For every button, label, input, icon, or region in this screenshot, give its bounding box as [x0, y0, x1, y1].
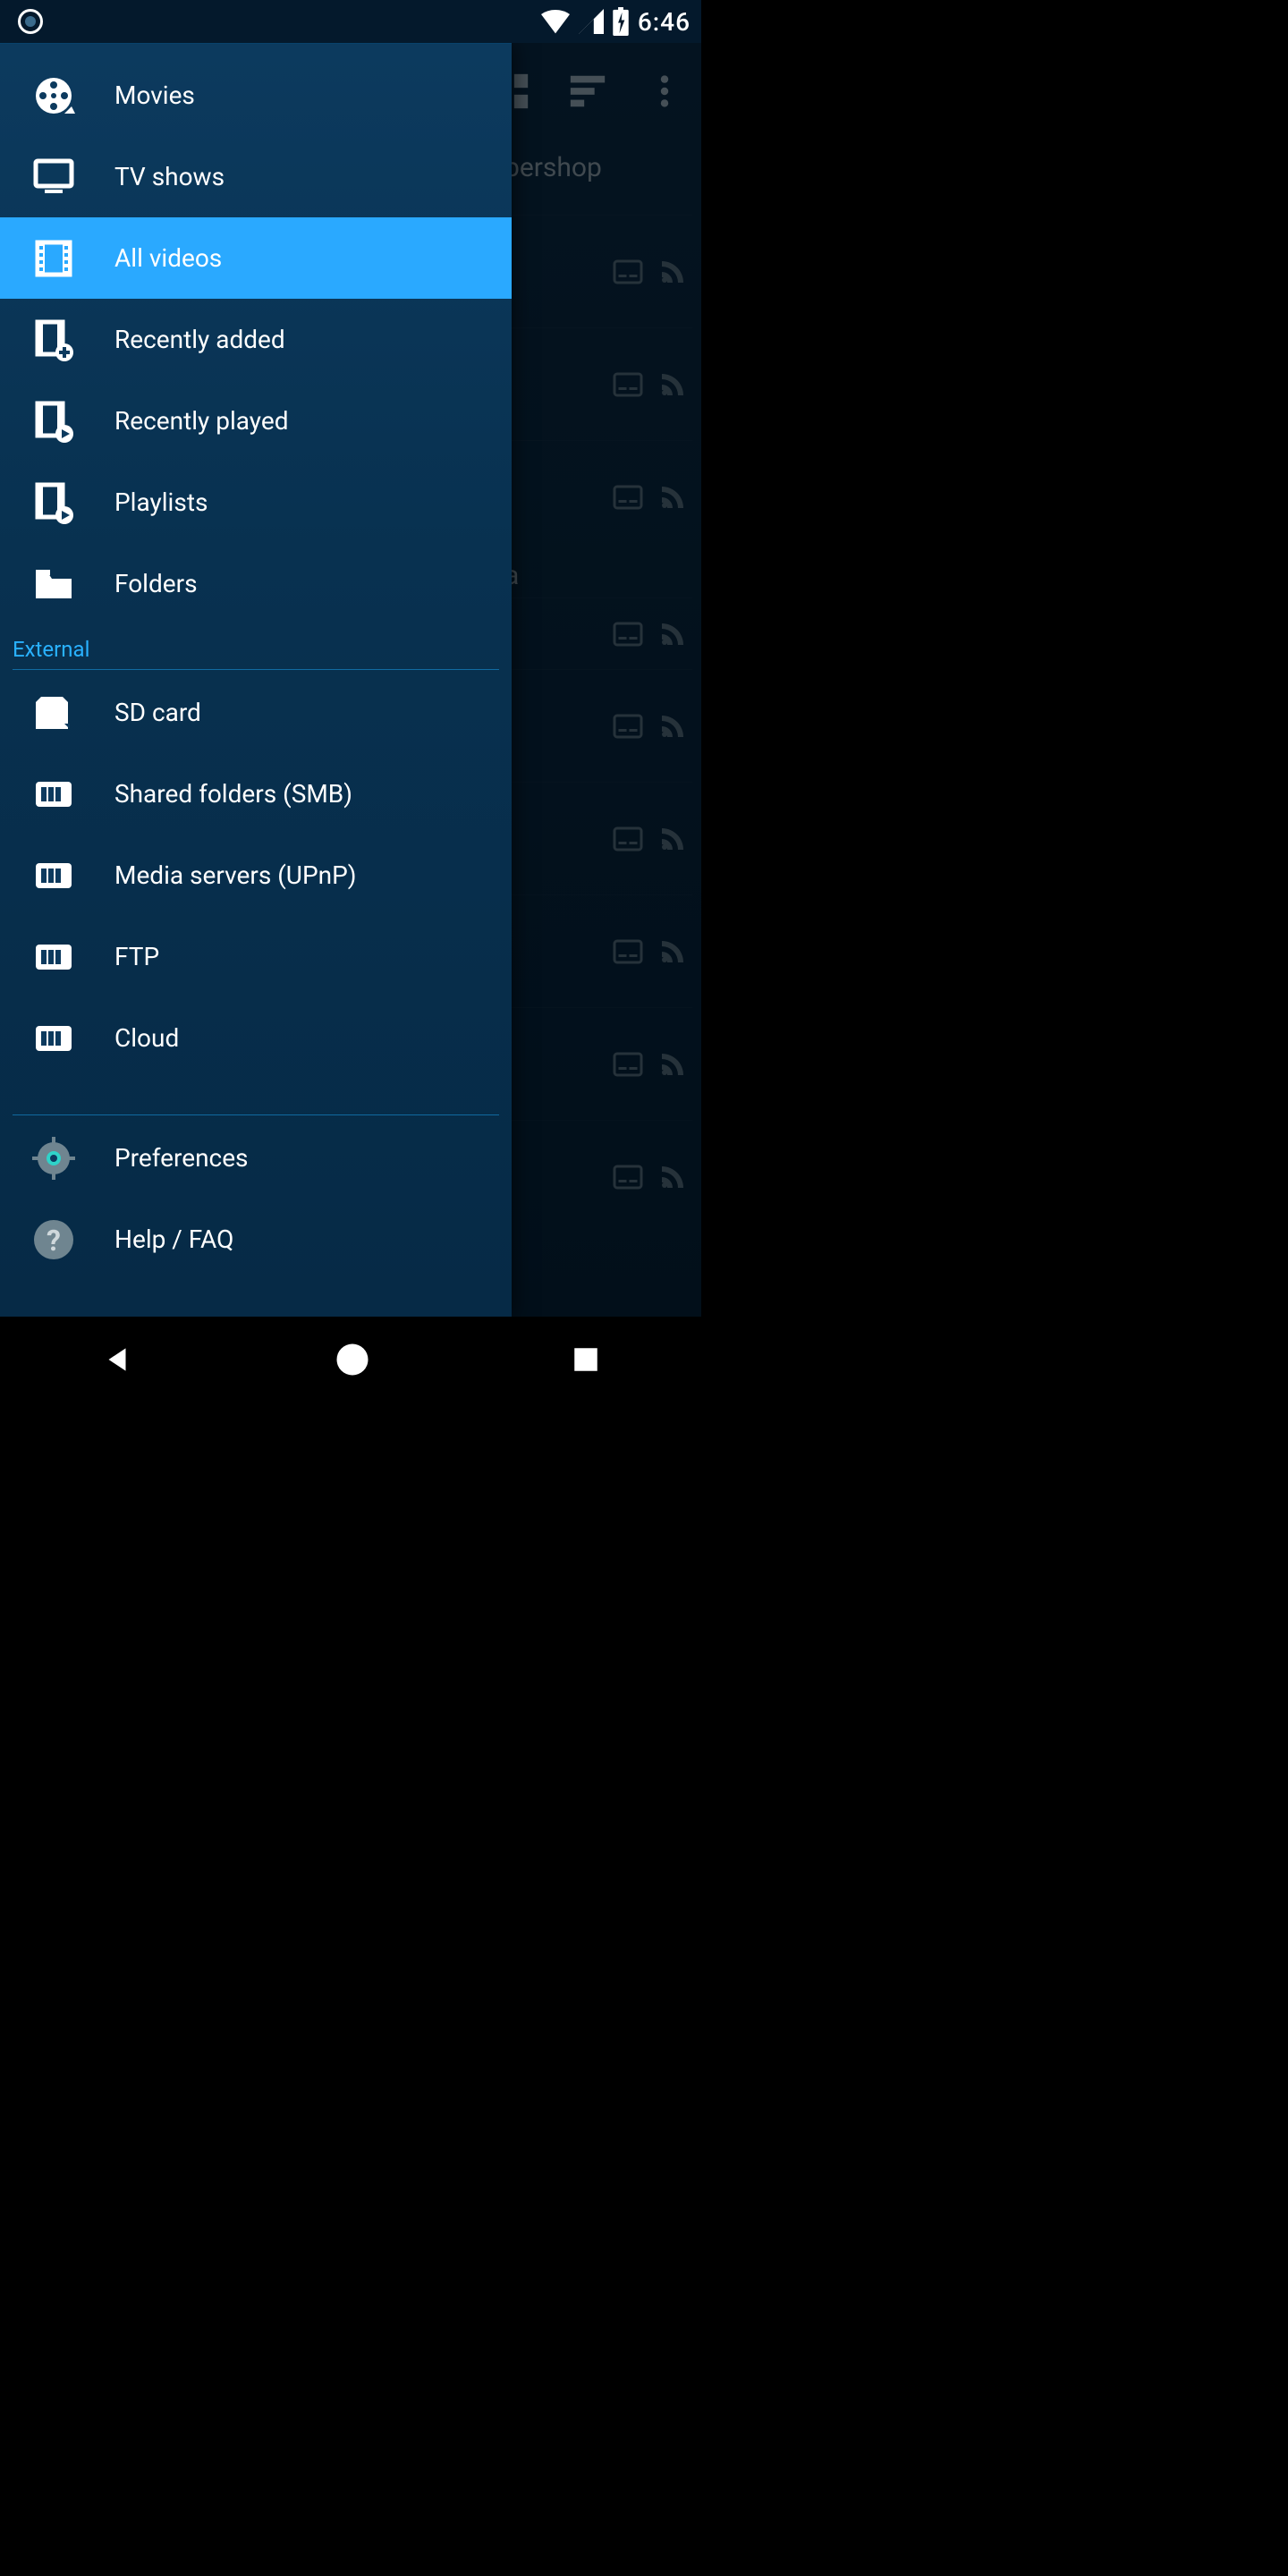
- nav-item-cloud[interactable]: Cloud: [0, 997, 512, 1079]
- nav-label: Movies: [114, 80, 195, 110]
- nav-item-playlists[interactable]: Playlists: [0, 462, 512, 543]
- nav-item-smb[interactable]: Shared folders (SMB): [0, 753, 512, 835]
- nav-item-upnp[interactable]: Media servers (UPnP): [0, 835, 512, 916]
- nav-label: TV shows: [114, 162, 225, 191]
- navigation-drawer: Movies TV shows All videos Recently adde…: [0, 43, 512, 1317]
- nav-item-all-videos[interactable]: All videos: [0, 217, 512, 299]
- nav-label: Recently added: [114, 325, 285, 354]
- nav-item-preferences[interactable]: Preferences: [0, 1117, 512, 1199]
- nav-item-help[interactable]: ? Help / FAQ: [0, 1199, 512, 1280]
- playlist-icon: [32, 481, 75, 524]
- nav-item-tv-shows[interactable]: TV shows: [0, 136, 512, 217]
- film-reel-icon: [32, 74, 75, 117]
- divider: [13, 1114, 499, 1115]
- nav-label: SD card: [114, 698, 201, 727]
- status-right: 6:46: [541, 7, 691, 37]
- nav-item-recently-played[interactable]: Recently played: [0, 380, 512, 462]
- divider: [13, 669, 499, 670]
- nav-label: Folders: [114, 569, 198, 598]
- battery-charging-icon: [613, 7, 629, 36]
- nav-item-recently-added[interactable]: Recently added: [0, 299, 512, 380]
- signal-icon: [579, 9, 604, 34]
- nav-item-folders[interactable]: Folders: [0, 543, 512, 624]
- folder-icon: [32, 563, 75, 606]
- status-indicator-icon: [18, 9, 43, 34]
- home-button[interactable]: [334, 1341, 371, 1378]
- storage-icon: [32, 854, 75, 897]
- nav-label: Media servers (UPnP): [114, 860, 357, 890]
- nav-label: Playlists: [114, 487, 208, 517]
- video-icon: [32, 237, 75, 280]
- section-header-external: External: [0, 630, 512, 669]
- nav-item-sd-card[interactable]: SD card: [0, 672, 512, 753]
- status-bar: 6:46: [0, 0, 701, 43]
- system-navigation-bar: [0, 1317, 701, 1402]
- wifi-icon: [541, 9, 570, 34]
- nav-label: Shared folders (SMB): [114, 779, 352, 809]
- sd-card-icon: [32, 691, 75, 734]
- video-play-icon: [32, 400, 75, 443]
- video-add-icon: [32, 318, 75, 361]
- nav-label: All videos: [114, 243, 222, 273]
- nav-label: Recently played: [114, 406, 289, 436]
- svg-text:?: ?: [47, 1224, 61, 1258]
- recent-apps-button[interactable]: [571, 1344, 601, 1375]
- storage-icon: [32, 936, 75, 979]
- nav-label: FTP: [114, 942, 159, 971]
- tv-icon: [32, 156, 75, 199]
- nav-label: Cloud: [114, 1023, 179, 1053]
- storage-icon: [32, 1017, 75, 1060]
- nav-item-ftp[interactable]: FTP: [0, 916, 512, 997]
- nav-item-movies[interactable]: Movies: [0, 55, 512, 136]
- storage-icon: [32, 773, 75, 816]
- status-clock: 6:46: [638, 7, 691, 37]
- nav-label: Preferences: [114, 1143, 249, 1173]
- back-button[interactable]: [100, 1343, 134, 1377]
- gear-icon: [32, 1137, 75, 1180]
- nav-label: Help / FAQ: [114, 1224, 233, 1254]
- help-icon: ?: [32, 1218, 75, 1261]
